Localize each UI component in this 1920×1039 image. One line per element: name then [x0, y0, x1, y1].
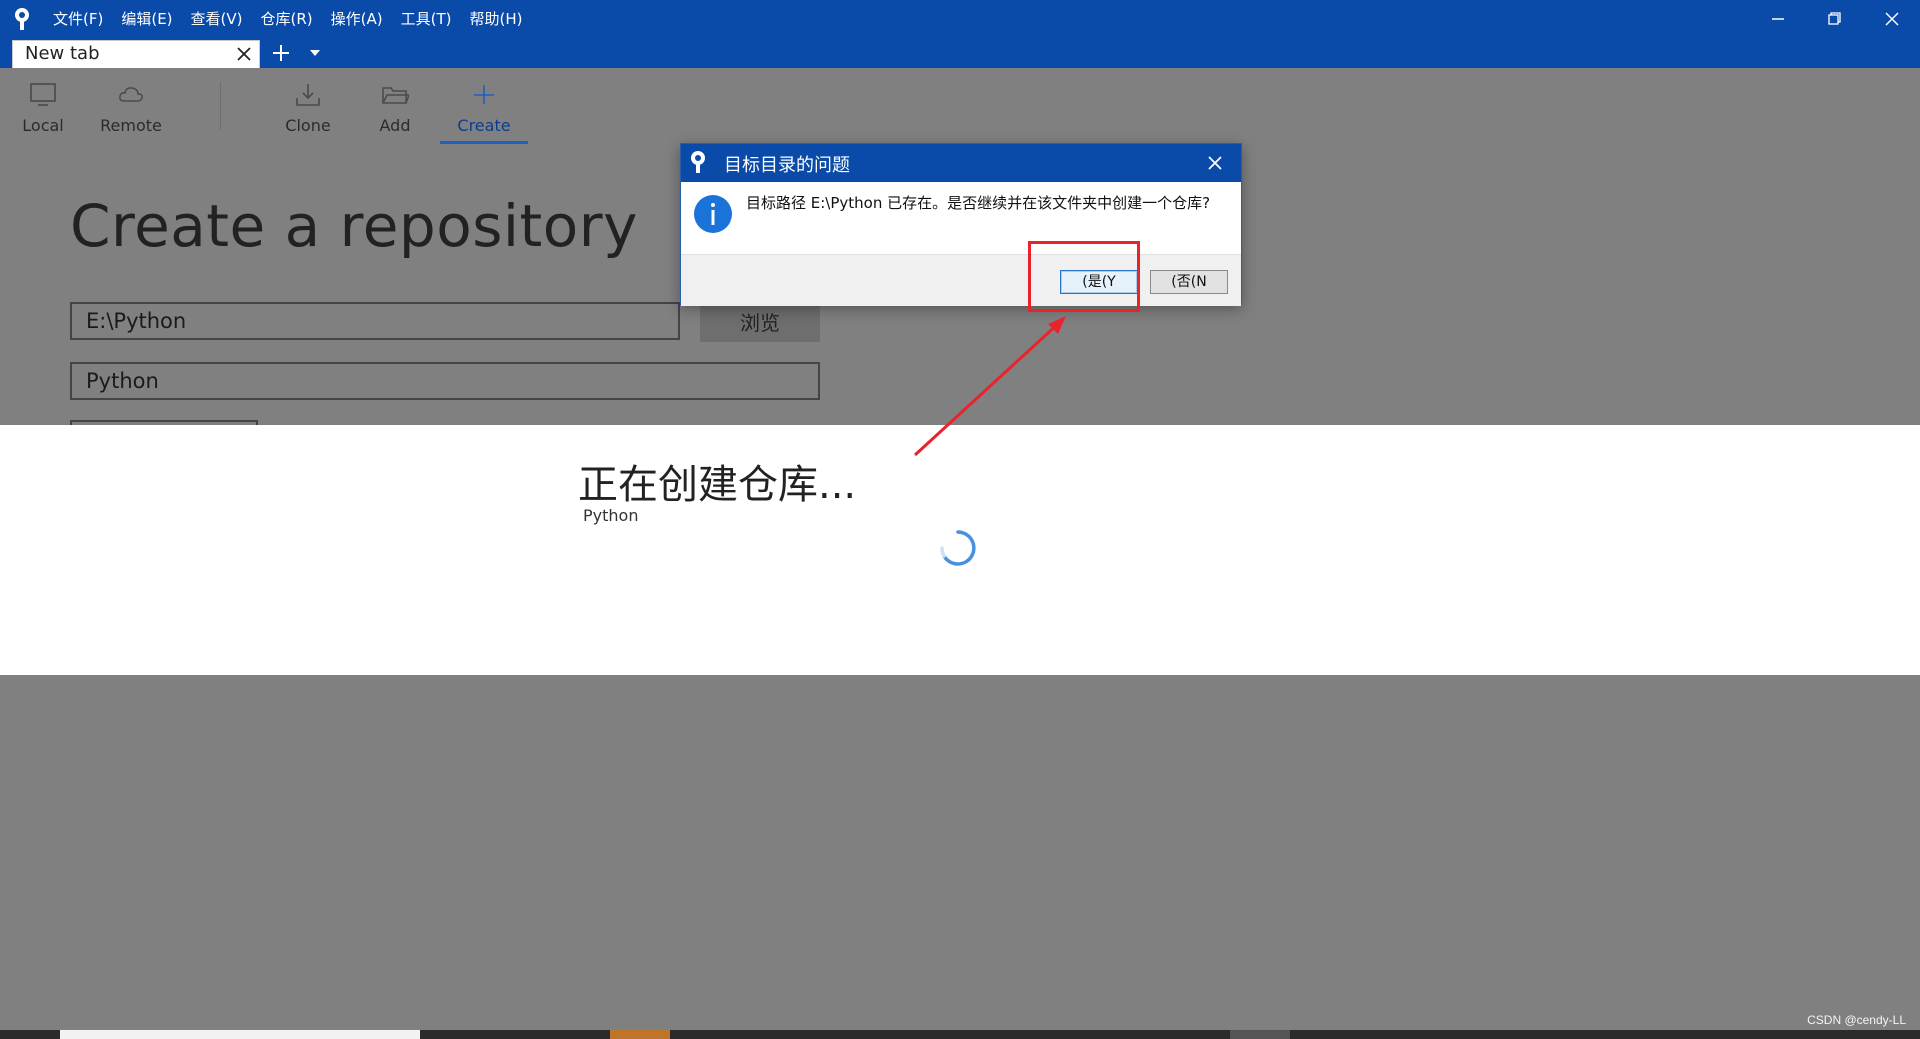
progress-title: 正在创建仓库...	[578, 462, 857, 508]
toolbar-clone-button[interactable]: Clone	[282, 68, 334, 145]
restore-icon[interactable]	[1814, 5, 1854, 33]
toolbar-remote-label: Remote	[100, 116, 162, 135]
tab-dropdown-chevron-icon[interactable]	[308, 47, 322, 59]
title-bar: 文件(F) 编辑(E) 查看(V) 仓库(R) 操作(A) 工具(T) 帮助(H…	[0, 0, 1920, 68]
tab-new-tab[interactable]: New tab	[12, 40, 260, 68]
taskbar-segment	[60, 1030, 420, 1039]
new-tab-plus-icon[interactable]	[270, 42, 292, 64]
sourcetree-logo-icon	[691, 151, 705, 173]
page-title: Create a repository	[70, 192, 638, 260]
watermark: CSDN @cendy-LL	[1807, 1013, 1906, 1027]
info-icon	[694, 195, 732, 233]
menu-actions[interactable]: 操作(A)	[331, 9, 392, 29]
folder-icon	[382, 87, 409, 104]
dialog-title: 目标目录的问题	[724, 155, 850, 176]
taskbar-segment	[1230, 1030, 1290, 1039]
cloud-icon	[119, 87, 143, 102]
browse-button[interactable]: 浏览	[700, 304, 820, 342]
dialog-body: 目标路径 E:\Python 已存在。是否继续并在该文件夹中创建一个仓库?	[681, 182, 1241, 254]
sourcetree-logo-icon	[15, 8, 29, 30]
toolbar-add-button[interactable]: Add	[374, 68, 416, 145]
repository-name-input[interactable]: Python	[70, 362, 820, 400]
toolbar-clone-label: Clone	[285, 116, 331, 135]
tab-label: New tab	[25, 43, 100, 64]
annotation-arrow-icon	[913, 316, 1066, 457]
target-directory-dialog: 目标目录的问题 目标路径 E:\Python 已存在。是否继续并在该文件夹中创建…	[680, 143, 1242, 306]
destination-path-input[interactable]: E:\Python	[70, 302, 680, 340]
toolbar: Local Remote Clone Add Create	[0, 68, 1920, 145]
menu-file[interactable]: 文件(F)	[53, 9, 112, 29]
toolbar-local-button[interactable]: Local	[18, 68, 68, 145]
dialog-footer: (是(Y (否(N	[681, 254, 1241, 306]
menu-help[interactable]: 帮助(H)	[469, 9, 531, 29]
toolbar-create-button[interactable]: Create	[440, 68, 528, 145]
progress-subtitle: Python	[583, 506, 639, 525]
no-button[interactable]: (否(N	[1150, 270, 1228, 294]
monitor-icon	[30, 83, 56, 106]
taskbar-segment	[610, 1030, 670, 1039]
dialog-header: 目标目录的问题	[681, 144, 1241, 182]
minimize-icon[interactable]	[1758, 5, 1798, 33]
toolbar-add-label: Add	[379, 116, 411, 135]
annotation-highlight-box	[1028, 241, 1140, 312]
menu-bar: 文件(F) 编辑(E) 查看(V) 仓库(R) 操作(A) 工具(T) 帮助(H…	[53, 9, 540, 29]
tab-close-icon[interactable]	[234, 44, 254, 64]
menu-repository[interactable]: 仓库(R)	[261, 9, 322, 29]
close-icon[interactable]	[1872, 5, 1912, 33]
toolbar-create-label: Create	[457, 116, 511, 135]
plus-icon	[474, 85, 494, 104]
dialog-close-icon[interactable]	[1205, 153, 1225, 173]
menu-edit[interactable]: 编辑(E)	[121, 9, 181, 29]
menu-tools[interactable]: 工具(T)	[401, 9, 461, 29]
menu-view[interactable]: 查看(V)	[191, 9, 252, 29]
loading-spinner-icon	[940, 530, 976, 566]
taskbar-strip	[0, 1030, 1920, 1039]
toolbar-local-label: Local	[22, 116, 64, 135]
toolbar-divider	[220, 82, 221, 130]
toolbar-remote-button[interactable]: Remote	[96, 68, 166, 145]
dialog-message: 目标路径 E:\Python 已存在。是否继续并在该文件夹中创建一个仓库?	[746, 194, 1211, 212]
download-icon	[296, 84, 320, 106]
